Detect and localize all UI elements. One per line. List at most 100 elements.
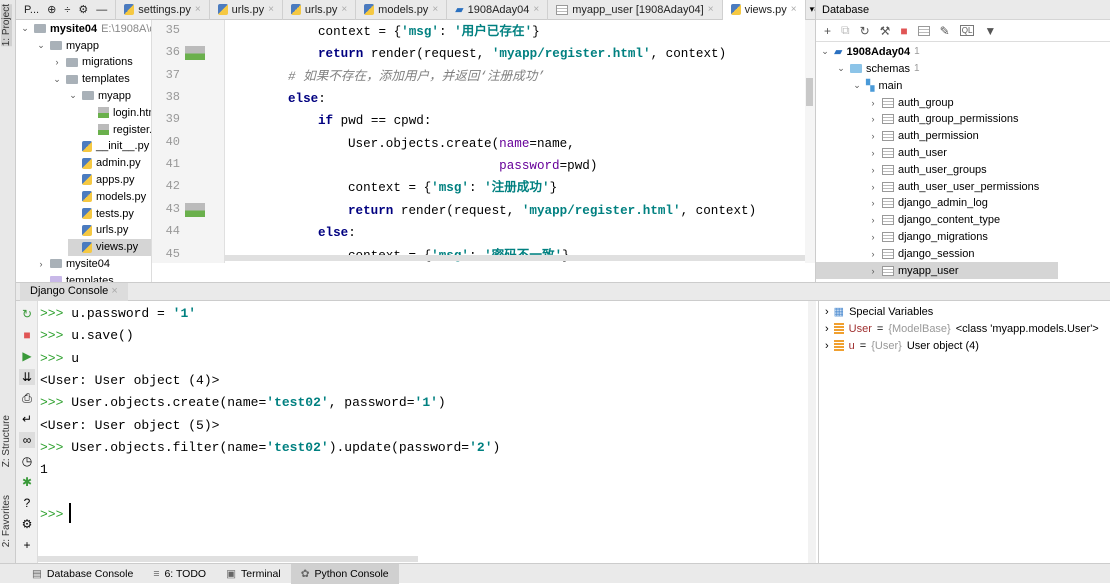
chevron-down-icon[interactable]: ⌄ [68, 90, 78, 101]
chevron-right-icon[interactable]: › [52, 57, 62, 67]
db-table-item[interactable]: › auth_user_user_permissions [868, 178, 1040, 195]
tree-item[interactable]: __init__.py [68, 138, 149, 155]
chevron-right-icon[interactable]: › [36, 259, 46, 269]
editor-tab[interactable]: settings.py × [116, 0, 210, 20]
close-icon[interactable]: × [111, 285, 117, 297]
bottom-tab[interactable]: ▣ Terminal [216, 564, 291, 584]
db-table-item[interactable]: › django_content_type [868, 212, 1001, 229]
structure-tool-button[interactable]: Z: Structure [1, 415, 12, 467]
editor-tab[interactable]: myapp_user [1908Aday04] × [548, 0, 723, 20]
add-icon[interactable]: + [824, 24, 831, 38]
bottom-tab[interactable]: ✿ Python Console [290, 563, 399, 584]
tab-django-console[interactable]: Django Console × [20, 283, 128, 301]
editor-tab[interactable]: urls.py × [283, 0, 357, 20]
db-connection[interactable]: ⌄ ▰ 1908Aday04 1 [820, 43, 919, 60]
bottom-tab[interactable]: ▤ Database Console [22, 564, 143, 584]
history-icon[interactable]: ◷ [19, 453, 35, 469]
scroll-to-end-icon[interactable]: ⇊ [19, 369, 35, 385]
tree-item[interactable]: › mysite04 [36, 255, 111, 272]
show-variables-icon[interactable]: ∞ [19, 432, 35, 448]
tree-item[interactable]: apps.py [68, 171, 135, 188]
chevron-down-icon[interactable]: ⌄ [52, 74, 62, 85]
close-icon[interactable]: × [791, 4, 797, 15]
chevron-right-icon[interactable]: › [868, 249, 878, 259]
chevron-right-icon[interactable]: › [868, 198, 878, 208]
settings-icon[interactable]: ⚙ [19, 516, 35, 532]
html-navigate-icon[interactable] [185, 46, 205, 61]
chevron-right-icon[interactable]: › [868, 131, 878, 141]
tree-root[interactable]: ⌄ mysite04E:\1908A\da [20, 20, 151, 37]
bottom-tab[interactable]: ≡ 6: TODO [143, 564, 216, 584]
db-table-item[interactable]: › auth_group [868, 94, 954, 111]
sync-icon[interactable]: ⚒ [880, 24, 891, 38]
rerun-icon[interactable]: ↻ [19, 306, 35, 322]
close-icon[interactable]: × [195, 4, 201, 15]
close-icon[interactable]: × [432, 4, 438, 15]
db-table-item[interactable]: › django_migrations [868, 228, 988, 245]
chevron-right-icon[interactable]: › [868, 215, 878, 225]
stop-icon[interactable]: ■ [19, 327, 35, 343]
editor-horizontal-scrollbar[interactable] [225, 255, 805, 261]
edit-icon[interactable]: ✎ [940, 24, 950, 38]
tree-item[interactable]: templates [36, 272, 114, 282]
chevron-down-icon[interactable]: ⌄ [36, 40, 46, 51]
soft-wrap-icon[interactable]: ↵ [19, 411, 35, 427]
variable-item[interactable]: › u = {User} User object (4) [825, 337, 979, 354]
db-table-item[interactable]: › auth_group_permissions [868, 111, 1019, 128]
db-table-item[interactable]: › auth_user [868, 144, 947, 161]
chevron-right-icon[interactable]: › [868, 266, 878, 276]
db-table-item[interactable]: › myapp_user [816, 262, 1058, 279]
console-scrollbar[interactable] [808, 301, 816, 563]
editor-tab[interactable]: ▰ 1908Aday04 × [447, 0, 549, 20]
tree-item[interactable]: admin.py [68, 155, 141, 172]
refresh-icon[interactable]: ↻ [860, 24, 870, 38]
tree-item[interactable]: › migrations [52, 54, 133, 71]
db-table-item[interactable]: › auth_permission [868, 128, 979, 145]
chevron-right-icon[interactable]: › [868, 232, 878, 242]
print-icon[interactable]: ⎙ [19, 390, 35, 406]
tree-item[interactable]: ⌄ myapp [68, 87, 131, 104]
chevron-right-icon[interactable]: › [868, 165, 878, 175]
tree-item[interactable]: tests.py [68, 205, 134, 222]
tree-item[interactable]: ⌄ templates [52, 71, 129, 88]
editor-tab[interactable]: urls.py × [210, 0, 283, 20]
tree-item[interactable]: urls.py [68, 222, 128, 239]
collapse-icon[interactable]: ÷ [64, 4, 70, 16]
hide-icon[interactable]: — [96, 4, 107, 16]
chevron-right-icon[interactable]: › [825, 340, 829, 352]
chevron-right-icon[interactable]: › [825, 323, 829, 335]
variable-item[interactable]: › User = {ModelBase} <class 'myapp.models.Us… [825, 320, 1099, 337]
project-tool-button[interactable]: 1: Project [1, 4, 12, 47]
chevron-right-icon[interactable]: › [825, 306, 829, 318]
close-icon[interactable]: × [533, 4, 539, 15]
variable-item[interactable]: › ▦ Special Variables [825, 303, 933, 320]
tree-item[interactable]: views.py [68, 238, 151, 256]
close-icon[interactable]: × [268, 4, 274, 15]
editor-tab[interactable]: models.py × [356, 0, 448, 20]
duplicate-icon[interactable]: ⧉ [841, 23, 850, 38]
add-icon[interactable]: + [19, 537, 35, 553]
tree-item[interactable]: register.html [84, 121, 151, 138]
chevron-right-icon[interactable]: › [868, 98, 878, 108]
tree-item[interactable]: ⌄ myapp [36, 37, 99, 54]
code-editor[interactable]: context = {'msg': '用户已存在'} return render(… [226, 20, 805, 263]
run-icon[interactable]: ▶ [19, 348, 35, 364]
locate-icon[interactable]: ⊕ [47, 3, 56, 16]
db-table-item[interactable]: › django_session [868, 245, 975, 262]
tree-item[interactable]: login.html [84, 104, 151, 121]
html-navigate-icon[interactable] [185, 202, 205, 217]
stop-icon[interactable]: ■ [900, 24, 907, 38]
chevron-right-icon[interactable]: › [868, 182, 878, 192]
chevron-right-icon[interactable]: › [868, 148, 878, 158]
debug-icon[interactable]: ✱ [19, 474, 35, 490]
chevron-right-icon[interactable]: › [868, 114, 878, 124]
gear-icon[interactable]: ⚙ [78, 3, 88, 16]
console-horizontal-scrollbar[interactable] [38, 556, 418, 562]
project-view-selector[interactable]: P... [24, 4, 39, 16]
tree-item[interactable]: models.py [68, 188, 146, 205]
console-output[interactable]: >>> u.password = '1' >>> u.save() >>> u <Us… [38, 301, 808, 563]
close-icon[interactable]: × [341, 4, 347, 15]
chevron-down-icon[interactable]: ⌄ [20, 23, 30, 34]
db-schemas[interactable]: ⌄ schemas 1 [836, 60, 919, 77]
table-icon[interactable] [917, 25, 930, 36]
